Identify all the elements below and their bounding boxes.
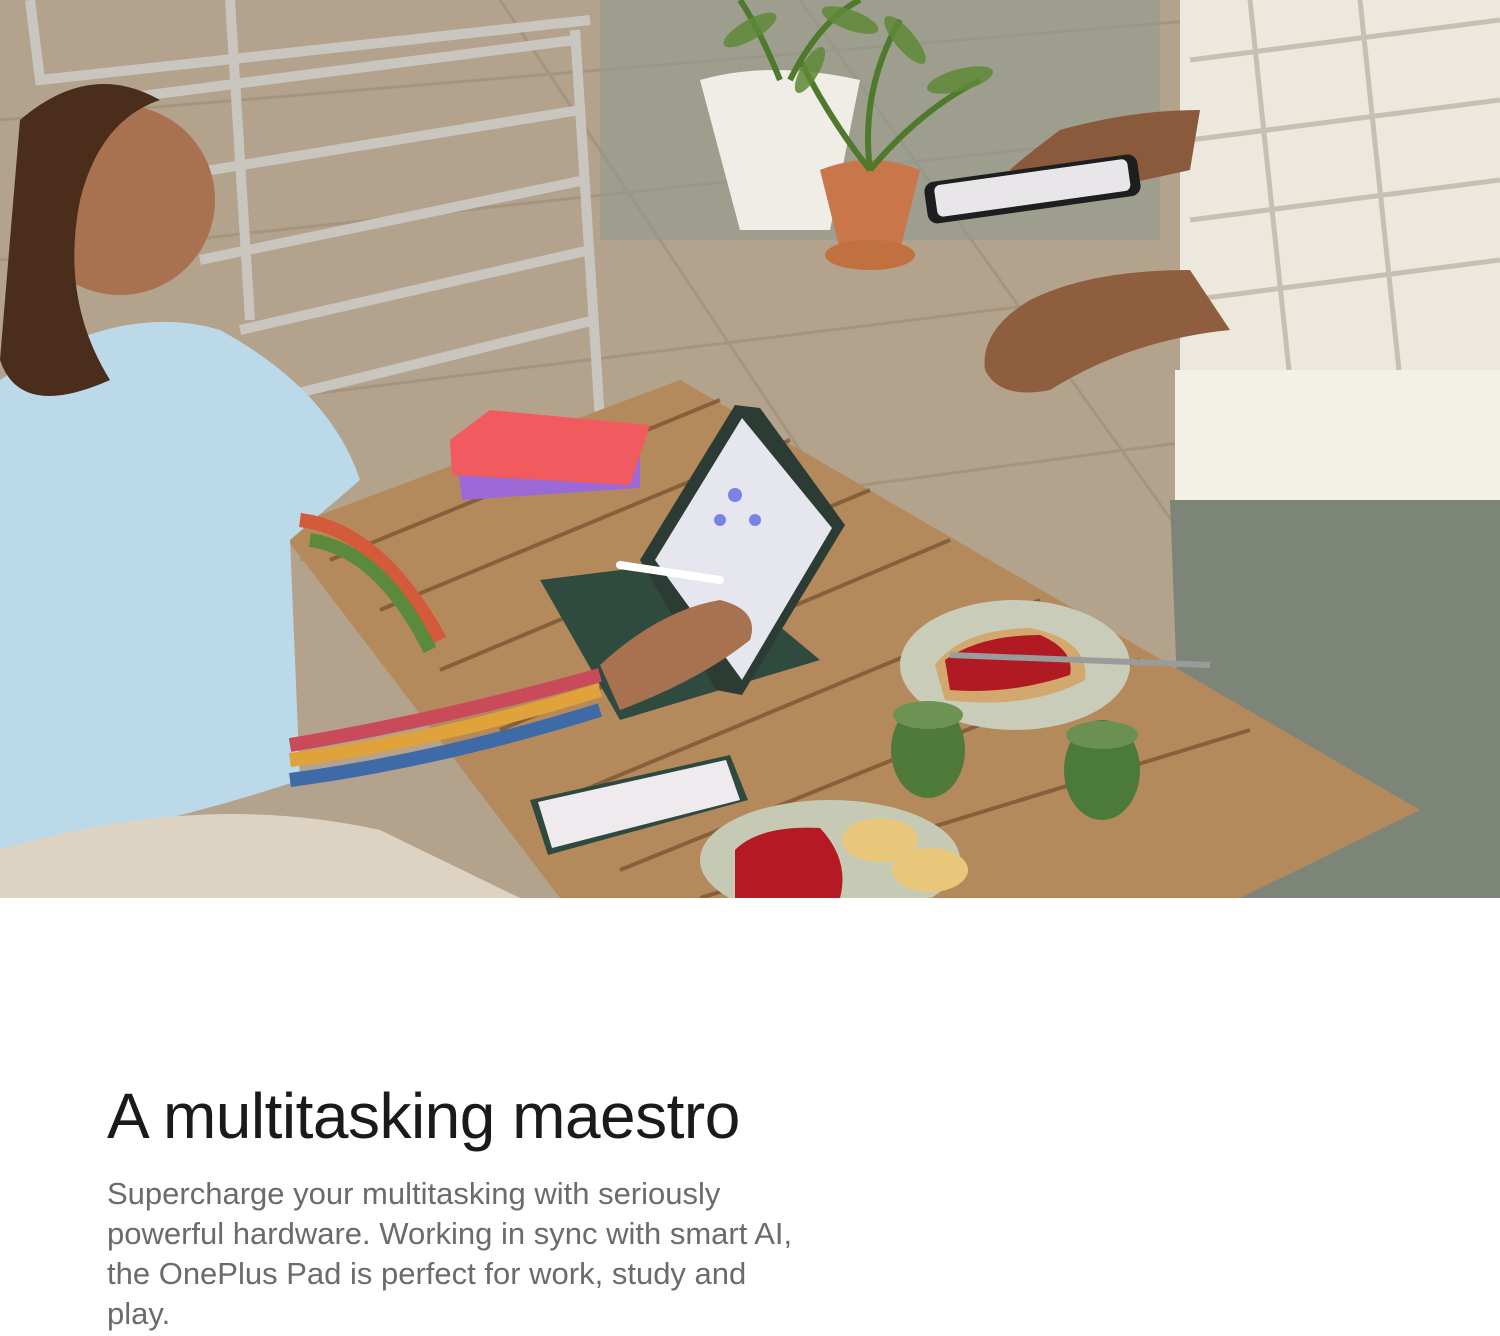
hero-illustration bbox=[0, 0, 1500, 898]
feature-headline: A multitasking maestro bbox=[107, 1080, 740, 1152]
hero-photo bbox=[0, 0, 1500, 898]
notebooks bbox=[450, 410, 650, 500]
feature-description: Supercharge your multitasking with serio… bbox=[107, 1176, 793, 1331]
feature-copy: A multitasking maestro Supercharge your … bbox=[107, 1078, 807, 1334]
